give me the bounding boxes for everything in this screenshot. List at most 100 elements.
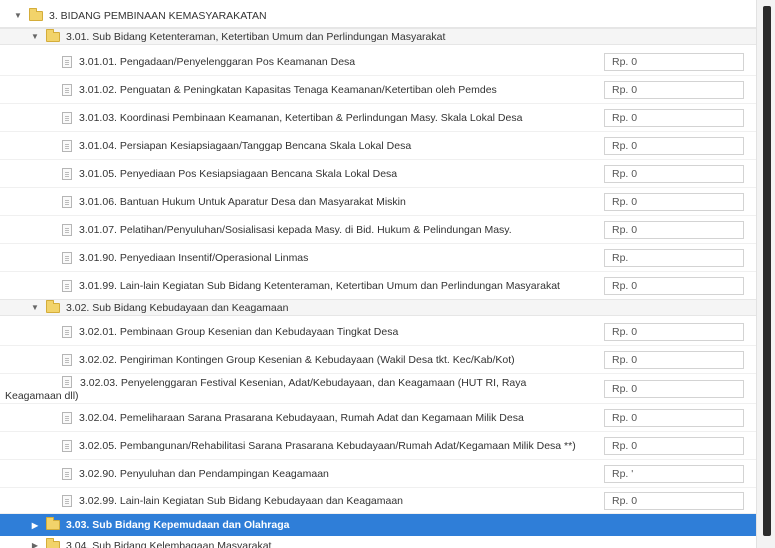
tree-node-sub-3-01[interactable]: ▼ 3.01. Sub Bidang Ketenteraman, Keterti… <box>0 28 757 45</box>
document-icon <box>62 353 72 366</box>
tree-leaf-row[interactable]: 3.01.06. Bantuan Hukum Untuk Aparatur De… <box>0 188 757 216</box>
leaf-label: 3.02.02. Pengiriman Kontingen Group Kese… <box>79 353 515 366</box>
document-icon <box>62 55 72 68</box>
tree-leaf-row[interactable]: 3.02.03. Penyelenggaran Festival Kesenia… <box>0 374 757 404</box>
leaf-label: 3.02.05. Pembangunan/Rehabilitasi Sarana… <box>79 439 576 452</box>
amount-field[interactable]: Rp. 0 <box>604 164 744 183</box>
document-icon <box>62 83 72 96</box>
leaf-label: 3.01.03. Koordinasi Pembinaan Keamanan, … <box>79 111 523 124</box>
leaf-label-wrap: 3.01.07. Pelatihan/Penyuluhan/Sosialisas… <box>62 223 512 236</box>
tree-leaf-row[interactable]: 3.02.02. Pengiriman Kontingen Group Kese… <box>0 346 757 374</box>
scrollbar-thumb[interactable] <box>763 6 771 536</box>
leaf-label: 3.01.04. Persiapan Kesiapsiagaan/Tanggap… <box>79 139 412 152</box>
node-label: 3.04. Sub Bidang Kelembagaan Masyarakat <box>66 539 272 548</box>
expand-toggle-icon[interactable]: ▼ <box>13 11 23 20</box>
leaf-label: 3.02.99. Lain-lain Kegiatan Sub Bidang K… <box>79 494 404 507</box>
leaf-label: 3.01.06. Bantuan Hukum Untuk Aparatur De… <box>79 195 406 208</box>
leaf-label-wrap: 3.02.02. Pengiriman Kontingen Group Kese… <box>62 353 515 366</box>
leaf-label: 3.01.02. Penguatan & Peningkatan Kapasit… <box>79 83 497 96</box>
amount-field[interactable]: Rp. 0 <box>604 192 744 211</box>
tree-node-sub-3-04[interactable]: ▶ 3.04. Sub Bidang Kelembagaan Masyaraka… <box>0 537 757 548</box>
amount-field[interactable]: Rp. 0 <box>604 52 744 71</box>
document-icon <box>62 251 72 264</box>
leaf-label-wrap: 3.01.90. Penyediaan Insentif/Operasional… <box>62 251 308 264</box>
leaf-label-wrap: 3.02.90. Penyuluhan dan Pendampingan Kea… <box>62 467 329 480</box>
leaf-label: 3.01.05. Penyediaan Pos Kesiapsiagaan Be… <box>79 167 398 180</box>
folder-icon <box>29 7 43 21</box>
leaf-label-wrap: 3.01.01. Pengadaan/Penyelenggaran Pos Ke… <box>62 55 356 68</box>
amount-field[interactable]: Rp. 0 <box>604 136 744 155</box>
leaf-label-wrap: 3.01.06. Bantuan Hukum Untuk Aparatur De… <box>62 195 406 208</box>
amount-field[interactable]: Rp. 0 <box>604 491 744 510</box>
node-label: 3.03. Sub Bidang Kepemudaan dan Olahraga <box>66 519 290 531</box>
tree-node-bidang-3[interactable]: ▼ 3. BIDANG PEMBINAAN KEMASYARAKATAN <box>0 4 757 28</box>
document-icon <box>62 223 72 236</box>
document-icon <box>62 139 72 152</box>
vertical-scrollbar[interactable] <box>756 0 775 548</box>
amount-field[interactable]: Rp. 0 <box>604 408 744 427</box>
tree-leaf-row[interactable]: 3.01.02. Penguatan & Peningkatan Kapasit… <box>0 76 757 104</box>
folder-icon <box>46 28 60 42</box>
amount-field[interactable]: Rp. 0 <box>604 276 744 295</box>
expand-toggle-icon[interactable]: ▼ <box>30 32 40 41</box>
leaf-label-wrap: 3.01.99. Lain-lain Kegiatan Sub Bidang K… <box>62 279 560 292</box>
folder-icon <box>46 537 60 548</box>
collapse-toggle-icon[interactable]: ▶ <box>30 541 40 548</box>
tree-leaf-row[interactable]: 3.01.01. Pengadaan/Penyelenggaran Pos Ke… <box>0 48 757 76</box>
tree-leaf-row[interactable]: 3.01.90. Penyediaan Insentif/Operasional… <box>0 244 757 272</box>
document-icon <box>62 195 72 208</box>
node-label: 3.02. Sub Bidang Kebudayaan dan Keagamaa… <box>66 301 289 314</box>
tree-leaf-row[interactable]: 3.02.01. Pembinaan Group Kesenian dan Ke… <box>0 318 757 346</box>
leaf-label-line1: 3.02.03. Penyelenggaran Festival Kesenia… <box>80 377 527 389</box>
tree-leaf-row[interactable]: 3.02.05. Pembangunan/Rehabilitasi Sarana… <box>0 432 757 460</box>
leaf-label: 3.01.01. Pengadaan/Penyelenggaran Pos Ke… <box>79 55 356 68</box>
budget-tree: ▼ 3. BIDANG PEMBINAAN KEMASYARAKATAN ▼ 3… <box>0 0 757 548</box>
leaf-label-wrap: 3.02.99. Lain-lain Kegiatan Sub Bidang K… <box>62 494 404 507</box>
leaf-label: 3.01.07. Pelatihan/Penyuluhan/Sosialisas… <box>79 223 512 236</box>
tree-leaf-row[interactable]: 3.02.99. Lain-lain Kegiatan Sub Bidang K… <box>0 488 757 514</box>
amount-field[interactable]: Rp. 0 <box>604 380 744 398</box>
tree-leaf-row[interactable]: 3.01.05. Penyediaan Pos Kesiapsiagaan Be… <box>0 160 757 188</box>
document-icon <box>62 325 72 338</box>
document-icon <box>62 111 72 124</box>
tree-node-sub-3-02[interactable]: ▼ 3.02. Sub Bidang Kebudayaan dan Keagam… <box>0 299 757 316</box>
leaf-label-wrap: 3.02.01. Pembinaan Group Kesenian dan Ke… <box>62 325 399 338</box>
collapse-toggle-icon[interactable]: ▶ <box>30 521 40 530</box>
amount-field[interactable]: Rp. 0 <box>604 322 744 341</box>
tree-leaf-row[interactable]: 3.02.90. Penyuluhan dan Pendampingan Kea… <box>0 460 757 488</box>
amount-field[interactable]: Rp. 0 <box>604 108 744 127</box>
leaf-label: 3.02.04. Pemeliharaan Sarana Prasarana K… <box>79 411 524 424</box>
tree-leaf-row[interactable]: 3.01.03. Koordinasi Pembinaan Keamanan, … <box>0 104 757 132</box>
document-icon <box>62 411 72 424</box>
document-icon <box>62 494 72 507</box>
expand-toggle-icon[interactable]: ▼ <box>30 303 40 312</box>
document-icon <box>62 376 72 388</box>
document-icon <box>62 279 72 292</box>
tree-node-sub-3-03[interactable]: ▶ 3.03. Sub Bidang Kepemudaan dan Olahra… <box>0 514 757 536</box>
document-icon <box>62 467 72 480</box>
amount-field[interactable]: Rp. ' <box>604 464 744 483</box>
node-label: 3.01. Sub Bidang Ketenteraman, Ketertiba… <box>66 30 446 43</box>
amount-field[interactable]: Rp. 0 <box>604 220 744 239</box>
leaf-label-wrap: 3.01.05. Penyediaan Pos Kesiapsiagaan Be… <box>62 167 398 180</box>
leaf-label-wrap: 3.02.04. Pemeliharaan Sarana Prasarana K… <box>62 411 524 424</box>
amount-field[interactable]: Rp. 0 <box>604 350 744 369</box>
tree-leaf-row[interactable]: 3.01.04. Persiapan Kesiapsiagaan/Tanggap… <box>0 132 757 160</box>
tree-leaf-row[interactable]: 3.01.07. Pelatihan/Penyuluhan/Sosialisas… <box>0 216 757 244</box>
folder-icon <box>46 299 60 313</box>
leaf-label-line2: Keagamaan dll) <box>5 390 79 402</box>
leaf-label: 3.01.99. Lain-lain Kegiatan Sub Bidang K… <box>79 279 560 292</box>
amount-field[interactable]: Rp. 0 <box>604 436 744 455</box>
document-icon <box>62 167 72 180</box>
node-label: 3. BIDANG PEMBINAAN KEMASYARAKATAN <box>49 9 267 22</box>
folder-icon <box>46 517 60 530</box>
leaf-label: 3.02.01. Pembinaan Group Kesenian dan Ke… <box>79 325 399 338</box>
leaf-label-wrap: 3.01.03. Koordinasi Pembinaan Keamanan, … <box>62 111 523 124</box>
document-icon <box>62 439 72 452</box>
tree-leaf-row[interactable]: 3.01.99. Lain-lain Kegiatan Sub Bidang K… <box>0 272 757 300</box>
amount-field[interactable]: Rp. <box>604 248 744 267</box>
leaf-label-wrap: 3.02.05. Pembangunan/Rehabilitasi Sarana… <box>62 439 576 452</box>
leaf-label-wrap: 3.01.04. Persiapan Kesiapsiagaan/Tanggap… <box>62 139 412 152</box>
tree-leaf-row[interactable]: 3.02.04. Pemeliharaan Sarana Prasarana K… <box>0 404 757 432</box>
amount-field[interactable]: Rp. 0 <box>604 80 744 99</box>
